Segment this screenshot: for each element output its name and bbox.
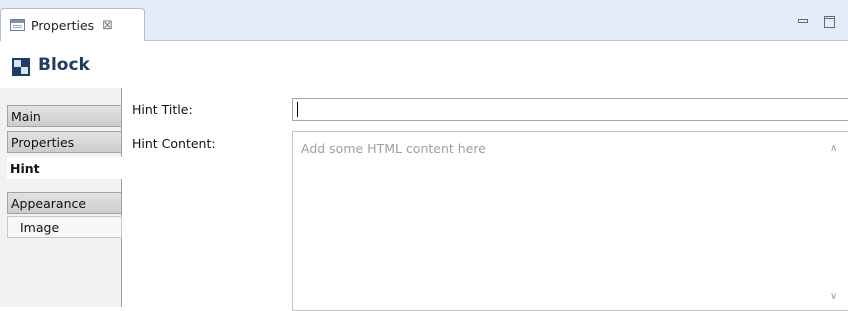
view-tab-bar: Properties ⊠: [0, 0, 848, 41]
view-tab-label: Properties: [31, 17, 95, 33]
tab-properties[interactable]: Properties: [7, 131, 122, 153]
tab-image[interactable]: Image: [7, 216, 122, 238]
tab-hint[interactable]: Hint: [7, 157, 123, 179]
page-header: Block: [0, 41, 848, 88]
hint-title-label: Hint Title:: [132, 102, 193, 117]
page-title: Block: [38, 55, 90, 75]
properties-view-icon: [10, 19, 25, 31]
maximize-icon[interactable]: [824, 16, 835, 28]
section-tabs: Main Properties Hint Appearance Image: [0, 88, 123, 307]
text-caret: [297, 102, 298, 117]
tab-appearance[interactable]: Appearance: [7, 192, 122, 214]
hint-content-label: Hint Content:: [132, 136, 216, 151]
minimize-icon[interactable]: [798, 19, 808, 23]
hint-content-textarea[interactable]: [292, 131, 848, 311]
hint-title-input[interactable]: [292, 98, 848, 121]
tab-main[interactable]: Main: [7, 105, 122, 127]
scroll-up-arrow-icon[interactable]: ∧: [830, 143, 837, 154]
properties-view-tab[interactable]: Properties ⊠: [0, 8, 145, 41]
block-icon: [12, 58, 30, 76]
close-icon[interactable]: ⊠: [102, 18, 113, 33]
scroll-down-arrow-icon[interactable]: ∨: [830, 291, 837, 302]
